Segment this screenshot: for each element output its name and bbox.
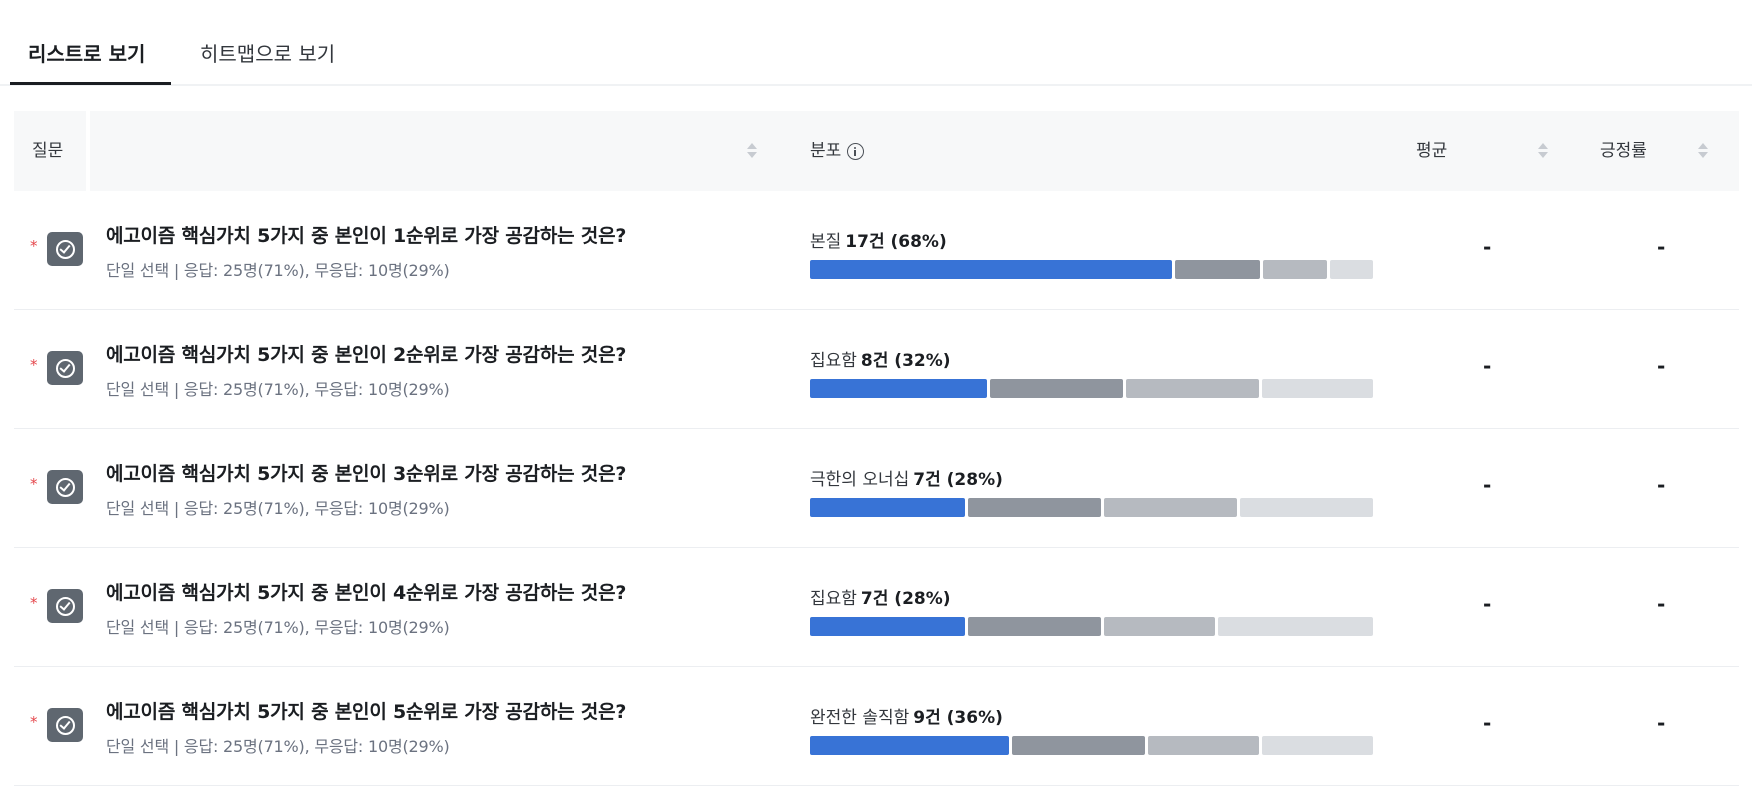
top-answer-count: 7건 (28%) <box>860 589 951 609</box>
info-icon[interactable] <box>847 142 865 160</box>
average-value: - <box>1483 235 1492 259</box>
top-answer-label: 본질 <box>810 232 842 252</box>
required-marker: * <box>30 237 38 255</box>
question-meta: 단일 선택 | 응답: 25명(71%), 무응답: 10명(29%) <box>106 737 450 756</box>
view-tabs: 리스트로 보기 히트맵으로 보기 <box>0 0 1752 86</box>
top-answer-label: 완전한 솔직함 <box>810 708 910 728</box>
distribution-segment[interactable] <box>1175 260 1261 279</box>
column-header-average: 평균 <box>1416 141 1448 161</box>
question-table: 질문 분포 평균 긍정률 * 에고이즘 핵심가치 5가지 중 본인이 1순위로 … <box>14 111 1739 786</box>
top-answer: 극한의 오너십 7건 (28%) <box>810 465 1003 490</box>
average-value: - <box>1483 592 1492 616</box>
required-marker: * <box>30 594 38 612</box>
distribution-bar[interactable] <box>810 736 1373 755</box>
top-answer: 본질 17건 (68%) <box>810 227 947 252</box>
distribution-segment[interactable] <box>810 498 966 517</box>
question-meta: 단일 선택 | 응답: 25명(71%), 무응답: 10명(29%) <box>106 499 450 518</box>
distribution-segment[interactable] <box>1012 736 1146 755</box>
average-value: - <box>1483 354 1492 378</box>
positive-rate-value: - <box>1657 354 1666 378</box>
check-circle-icon <box>47 232 83 266</box>
top-answer: 완전한 솔직함 9건 (36%) <box>810 703 1003 728</box>
table-row[interactable]: * 에고이즘 핵심가치 5가지 중 본인이 1순위로 가장 공감하는 것은? 단… <box>14 191 1739 310</box>
distribution-segment[interactable] <box>810 736 1010 755</box>
distribution-segment[interactable] <box>810 260 1173 279</box>
question-meta: 단일 선택 | 응답: 25명(71%), 무응답: 10명(29%) <box>106 618 450 637</box>
table-body: * 에고이즘 핵심가치 5가지 중 본인이 1순위로 가장 공감하는 것은? 단… <box>14 191 1739 786</box>
question-meta: 단일 선택 | 응답: 25명(71%), 무응답: 10명(29%) <box>106 261 450 280</box>
top-answer: 집요함 7건 (28%) <box>810 584 951 609</box>
distribution-bar[interactable] <box>810 260 1373 279</box>
sort-average-icon[interactable] <box>1538 140 1548 162</box>
top-answer-count: 17건 (68%) <box>845 232 947 252</box>
table-row[interactable]: * 에고이즘 핵심가치 5가지 중 본인이 5순위로 가장 공감하는 것은? 단… <box>14 667 1739 786</box>
top-answer-label: 극한의 오너십 <box>810 470 910 490</box>
question-title[interactable]: 에고이즘 핵심가치 5가지 중 본인이 4순위로 가장 공감하는 것은? <box>106 578 626 605</box>
top-answer-count: 9건 (36%) <box>913 708 1003 728</box>
distribution-header-label: 분포 <box>810 141 842 161</box>
column-header-positive-rate: 긍정률 <box>1600 141 1647 161</box>
distribution-segment[interactable] <box>1148 736 1260 755</box>
required-marker: * <box>30 475 38 493</box>
table-row[interactable]: * 에고이즘 핵심가치 5가지 중 본인이 2순위로 가장 공감하는 것은? 단… <box>14 310 1739 429</box>
average-value: - <box>1483 711 1492 735</box>
distribution-segment[interactable] <box>968 617 1102 636</box>
sort-question-icon[interactable] <box>747 140 757 162</box>
distribution-segment[interactable] <box>1217 617 1373 636</box>
tab-list-view[interactable]: 리스트로 보기 <box>28 38 145 67</box>
distribution-segment[interactable] <box>810 617 966 636</box>
top-answer-label: 집요함 <box>810 351 857 371</box>
question-title[interactable]: 에고이즘 핵심가치 5가지 중 본인이 3순위로 가장 공감하는 것은? <box>106 459 626 486</box>
top-answer: 집요함 8건 (32%) <box>810 346 951 371</box>
tab-heatmap-view[interactable]: 히트맵으로 보기 <box>200 38 335 67</box>
distribution-segment[interactable] <box>1262 736 1373 755</box>
question-meta: 단일 선택 | 응답: 25명(71%), 무응답: 10명(29%) <box>106 380 450 399</box>
table-header: 질문 분포 평균 긍정률 <box>14 111 1739 191</box>
positive-rate-value: - <box>1657 235 1666 259</box>
sort-positive-rate-icon[interactable] <box>1698 140 1708 162</box>
check-circle-icon <box>47 708 83 742</box>
distribution-bar[interactable] <box>810 498 1373 517</box>
top-answer-count: 7건 (28%) <box>913 470 1003 490</box>
check-circle-icon <box>47 351 83 385</box>
positive-rate-value: - <box>1657 711 1666 735</box>
distribution-bar[interactable] <box>810 379 1373 398</box>
table-row[interactable]: * 에고이즘 핵심가치 5가지 중 본인이 4순위로 가장 공감하는 것은? 단… <box>14 548 1739 667</box>
required-marker: * <box>30 356 38 374</box>
positive-rate-value: - <box>1657 473 1666 497</box>
required-marker: * <box>30 713 38 731</box>
positive-rate-value: - <box>1657 592 1666 616</box>
question-title[interactable]: 에고이즘 핵심가치 5가지 중 본인이 5순위로 가장 공감하는 것은? <box>106 697 626 724</box>
check-circle-icon <box>47 589 83 623</box>
column-divider <box>86 111 90 191</box>
distribution-segment[interactable] <box>1104 617 1215 636</box>
distribution-segment[interactable] <box>1262 379 1373 398</box>
distribution-bar[interactable] <box>810 617 1373 636</box>
average-value: - <box>1483 473 1492 497</box>
question-title[interactable]: 에고이즘 핵심가치 5가지 중 본인이 2순위로 가장 공감하는 것은? <box>106 340 626 367</box>
distribution-segment[interactable] <box>1126 379 1260 398</box>
distribution-segment[interactable] <box>1104 498 1238 517</box>
distribution-segment[interactable] <box>810 379 988 398</box>
top-answer-label: 집요함 <box>810 589 857 609</box>
distribution-segment[interactable] <box>990 379 1124 398</box>
distribution-segment[interactable] <box>1263 260 1328 279</box>
table-row[interactable]: * 에고이즘 핵심가치 5가지 중 본인이 3순위로 가장 공감하는 것은? 단… <box>14 429 1739 548</box>
check-circle-icon <box>47 470 83 504</box>
column-header-question: 질문 <box>32 141 64 161</box>
distribution-segment[interactable] <box>1240 498 1373 517</box>
question-title[interactable]: 에고이즘 핵심가치 5가지 중 본인이 1순위로 가장 공감하는 것은? <box>106 221 626 248</box>
distribution-segment[interactable] <box>968 498 1102 517</box>
top-answer-count: 8건 (32%) <box>860 351 951 371</box>
active-tab-indicator <box>10 82 171 85</box>
distribution-segment[interactable] <box>1330 260 1373 279</box>
column-header-distribution: 분포 <box>810 111 865 191</box>
